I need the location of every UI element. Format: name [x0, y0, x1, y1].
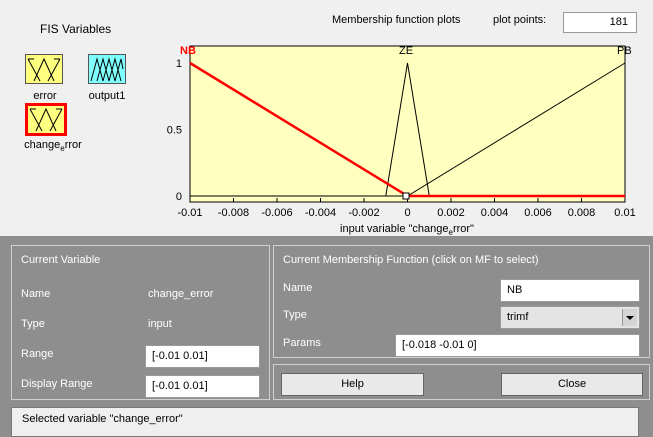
variable-type-value: input: [148, 318, 172, 330]
mf-name-label: Name: [283, 282, 313, 294]
mf-name-input[interactable]: NB: [500, 279, 640, 302]
display-range-label: Display Range: [21, 378, 93, 390]
mf-params-input[interactable]: [-0.018 -0.01 0]: [395, 334, 640, 357]
x-tick-label: -0.002: [348, 207, 379, 219]
variable-name-value: change_error: [148, 288, 214, 300]
variable-name-label: Name: [21, 288, 51, 300]
x-tick-label: 0: [404, 207, 410, 219]
y-tick-label: 1: [176, 58, 182, 70]
x-tick-label: -0.004: [305, 207, 336, 219]
close-button[interactable]: Close: [501, 373, 643, 396]
x-tick-label: -0.008: [218, 207, 249, 219]
x-tick-label: 0.006: [524, 207, 552, 219]
current-mf-title: Current Membership Function (click on MF…: [283, 254, 539, 266]
mf-params-label: Params: [283, 337, 321, 349]
mf-handle: [402, 192, 410, 200]
mf-plot[interactable]: -0.01 -0.008 -0.006 -0.004 -0.002 0 0.002 0.004…: [0, 0, 653, 236]
mf-label-nb: NB: [180, 45, 196, 57]
display-range-input[interactable]: [-0.01 0.01]: [145, 375, 260, 398]
variable-type-label: Type: [21, 318, 45, 330]
x-tick-label: 0.01: [614, 207, 635, 219]
mf-label-pb: PB: [617, 45, 632, 57]
mf-label-ze: ZE: [399, 45, 413, 57]
x-axis-label: input variable "changeerror": [340, 223, 474, 236]
x-tick-label: 0.008: [568, 207, 596, 219]
plot-area: [189, 45, 626, 203]
chevron-down-icon: [622, 309, 637, 326]
mf-type-value: trimf: [507, 311, 529, 323]
x-tick-label: 0.002: [437, 207, 465, 219]
help-button[interactable]: Help: [281, 373, 424, 396]
y-tick-label: 0: [176, 191, 182, 203]
mf-type-label: Type: [283, 309, 307, 321]
status-bar: Selected variable "change_error": [11, 407, 639, 437]
range-input[interactable]: [-0.01 0.01]: [145, 345, 260, 368]
x-tick-label: 0.004: [481, 207, 509, 219]
mf-type-select[interactable]: trimf: [500, 306, 640, 329]
x-tick-label: -0.006: [261, 207, 292, 219]
range-label: Range: [21, 348, 54, 360]
current-variable-title: Current Variable: [21, 254, 101, 266]
y-tick-label: 0.5: [167, 125, 182, 137]
x-tick-label: -0.01: [177, 207, 202, 219]
x-axis-label-part2: rror": [453, 223, 474, 235]
x-axis-label-part1: input variable "change: [340, 223, 448, 235]
y-ticks: 00.51: [167, 58, 182, 203]
